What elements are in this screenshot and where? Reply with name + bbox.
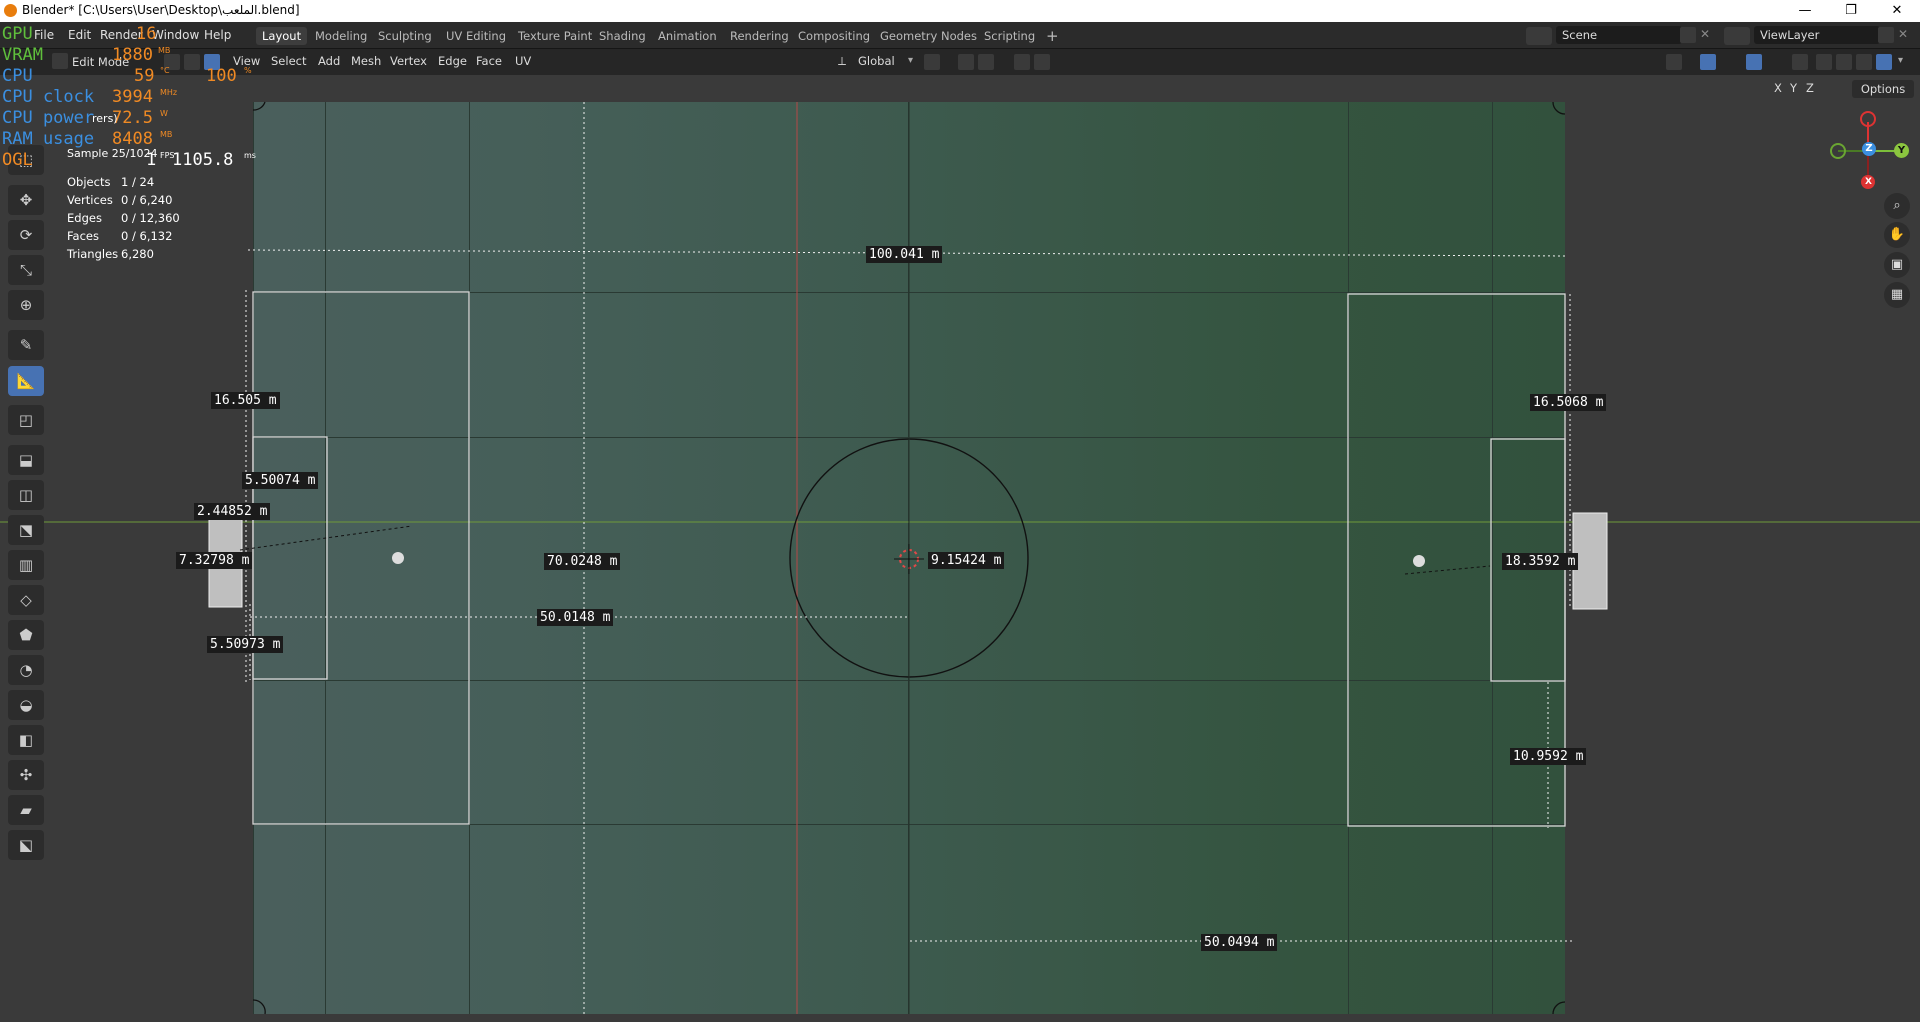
measure-tool-icon[interactable]: 📐: [8, 366, 44, 396]
extrude-icon[interactable]: ⬓: [8, 445, 44, 475]
smooth-icon[interactable]: ◒: [8, 690, 44, 720]
measure-line: [1404, 565, 1491, 575]
loop-cut-icon[interactable]: ▥: [8, 550, 44, 580]
field-markings-overlay: [0, 101, 1920, 1015]
measurement-label: 16.505 m: [211, 392, 280, 409]
stat-vertices-value: 0 / 6,240: [121, 193, 173, 207]
cpu-power-value: 72.5: [112, 108, 153, 128]
right-penalty-spot: [1413, 555, 1425, 567]
render-samples: Sample 25/1024: [67, 147, 158, 160]
gpu-label: GPU: [2, 24, 33, 44]
measurement-label: 50.0494 m: [1201, 934, 1278, 951]
stat-faces-label: Faces: [67, 229, 99, 243]
knife-icon[interactable]: ◇: [8, 585, 44, 615]
stat-objects-value: 1 / 24: [121, 175, 155, 189]
gizmo-z-axis[interactable]: Z: [1862, 142, 1876, 156]
corner-arc: [1552, 101, 1566, 115]
left-penalty-box: [252, 291, 470, 825]
gizmo-y-axis[interactable]: Y: [1894, 143, 1909, 158]
measurement-label: 5.50973 m: [207, 636, 284, 653]
cpu-load-unit: %: [244, 66, 252, 75]
transform-icon[interactable]: ⊕: [8, 290, 44, 320]
measurement-label: 2.44852 m: [194, 503, 271, 520]
cpu-clock-unit: MHz: [160, 88, 178, 97]
measurement-label: 5.50074 m: [242, 472, 319, 489]
stat-edges-label: Edges: [67, 211, 102, 225]
edge-slide-icon[interactable]: ◧: [8, 725, 44, 755]
move-icon[interactable]: ✥: [8, 185, 44, 215]
scale-icon[interactable]: ⤡: [8, 255, 44, 285]
camera-view-icon[interactable]: ▣: [1884, 252, 1910, 278]
gpu-usage-value: 16: [136, 24, 157, 44]
cpu-power-unit: W: [160, 109, 168, 118]
stat-triangles-value: 6,280: [121, 247, 154, 261]
measurement-label: 100.041 m: [866, 246, 943, 263]
corner-arc: [1552, 1001, 1566, 1015]
measurement-label: 10.9592 m: [1510, 748, 1587, 765]
ram-unit: MB: [160, 130, 173, 139]
measurement-label: 7.32798 m: [176, 552, 253, 569]
cpu-label: CPU: [2, 66, 33, 86]
viewport-info-line: rers): [92, 112, 118, 125]
vram-label: VRAM: [2, 45, 43, 65]
pan-hand-icon[interactable]: ✋: [1884, 222, 1910, 248]
stat-faces-value: 0 / 6,132: [121, 229, 173, 243]
ogl-label: OGL: [2, 150, 33, 170]
measure-line: [239, 525, 413, 551]
cpu-power-label: CPU power: [2, 108, 95, 128]
rotate-icon[interactable]: ⟳: [8, 220, 44, 250]
measurement-label: 16.5068 m: [1530, 394, 1607, 411]
bevel-icon[interactable]: ⬔: [8, 515, 44, 545]
cpu-clock-label: CPU clock: [2, 87, 95, 107]
poly-build-icon[interactable]: ⬟: [8, 620, 44, 650]
measurement-label: 70.0248 m: [544, 553, 621, 570]
ram-label: RAM usage: [2, 129, 95, 149]
corner-arc: [252, 101, 266, 111]
add-cube-icon[interactable]: ◰: [8, 405, 44, 435]
cpu-load-value: 100: [206, 66, 237, 86]
stat-vertices-label: Vertices: [67, 193, 113, 207]
stat-triangles-label: Triangles: [67, 247, 119, 261]
cpu-temp-value: 59: [134, 66, 155, 86]
stat-objects-label: Objects: [67, 175, 111, 189]
spin-icon[interactable]: ◔: [8, 655, 44, 685]
zoom-icon[interactable]: ⌕: [1884, 193, 1910, 219]
inset-icon[interactable]: ◫: [8, 480, 44, 510]
shear-icon[interactable]: ▰: [8, 795, 44, 825]
ram-value: 8408: [112, 129, 153, 149]
rip-region-icon[interactable]: ⬕: [8, 830, 44, 860]
annotate-icon[interactable]: ✎: [8, 330, 44, 360]
measurement-label: 18.3592 m: [1502, 553, 1579, 570]
gizmo-x-axis[interactable]: X: [1862, 176, 1875, 189]
frametime-value: 1105.8: [172, 150, 234, 170]
frametime-unit: ms: [244, 151, 256, 160]
measurement-label: 9.15424 m: [928, 552, 1005, 569]
cpu-clock-value: 3994: [112, 87, 153, 107]
shrink-fatten-icon[interactable]: ✣: [8, 760, 44, 790]
left-penalty-spot: [392, 552, 404, 564]
vram-unit: MB: [158, 46, 171, 55]
perspective-toggle-icon[interactable]: ▦: [1884, 282, 1910, 308]
stat-edges-value: 0 / 12,360: [121, 211, 180, 225]
cpu-temp-unit: °C: [160, 66, 170, 75]
measurement-label: 50.0148 m: [537, 609, 614, 626]
corner-arc: [252, 999, 266, 1015]
vram-value: 1880: [112, 45, 153, 65]
